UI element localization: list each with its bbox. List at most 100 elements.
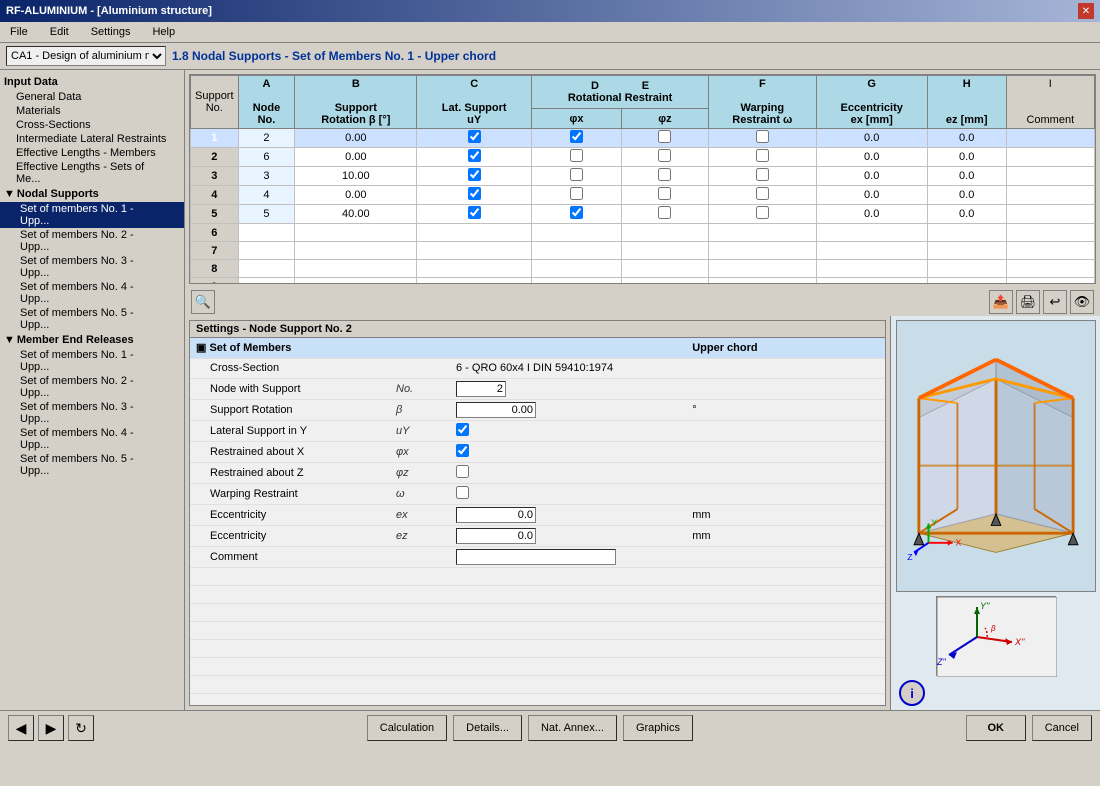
cell-ex[interactable]: 0.0	[816, 129, 927, 148]
cell-ex[interactable]: 0.0	[816, 148, 927, 167]
cancel-button[interactable]: Cancel	[1032, 715, 1092, 741]
graphics-button[interactable]: Graphics	[623, 715, 693, 741]
cell-comment[interactable]	[1006, 186, 1094, 205]
cell-warping[interactable]	[709, 260, 817, 278]
cell-comment[interactable]	[1006, 260, 1094, 278]
nav-refresh-button[interactable]: ↻	[68, 715, 94, 741]
cell-rotation[interactable]	[295, 242, 417, 260]
cell-ex[interactable]	[816, 224, 927, 242]
cell-comment[interactable]	[1006, 148, 1094, 167]
table-row[interactable]: 6	[191, 224, 1095, 242]
refresh-button[interactable]: ↩	[1043, 290, 1067, 314]
menu-help[interactable]: Help	[146, 24, 181, 40]
cell-lat-y[interactable]	[417, 148, 532, 167]
cell-warping[interactable]	[709, 278, 817, 285]
cell-rot-z[interactable]	[621, 260, 708, 278]
cell-rotation[interactable]: 0.00	[295, 148, 417, 167]
cell-warping[interactable]	[709, 224, 817, 242]
info-button[interactable]: i	[899, 680, 925, 706]
cell-rot-x[interactable]	[532, 129, 622, 148]
cell-ez[interactable]	[927, 224, 1006, 242]
sidebar-item-mer-set1[interactable]: Set of members No. 1 - Upp...	[0, 348, 184, 374]
cell-node-no[interactable]: 2	[238, 129, 295, 148]
sidebar-item-materials[interactable]: Materials	[0, 104, 184, 118]
cell-lat-y[interactable]	[417, 129, 532, 148]
cell-rot-z[interactable]	[621, 242, 708, 260]
ecc-z-input[interactable]	[456, 528, 536, 544]
cell-comment[interactable]	[1006, 242, 1094, 260]
sidebar-item-effective-lengths-sets[interactable]: Effective Lengths - Sets of Me...	[0, 160, 184, 186]
sidebar-item-ns-set5[interactable]: Set of members No. 5 - Upp...	[0, 306, 184, 332]
cell-rot-z[interactable]	[621, 167, 708, 186]
cell-lat-y[interactable]	[417, 278, 532, 285]
cell-warping[interactable]	[709, 186, 817, 205]
cell-rot-z[interactable]	[621, 148, 708, 167]
ca-select[interactable]: CA1 - Design of aluminium meml	[6, 46, 166, 66]
table-row[interactable]: 120.000.00.0	[191, 129, 1095, 148]
table-row[interactable]: 9	[191, 278, 1095, 285]
cell-lat-y[interactable]	[417, 242, 532, 260]
cell-rotation[interactable]	[295, 260, 417, 278]
cell-rot-z[interactable]	[621, 186, 708, 205]
cell-node-no[interactable]	[238, 242, 295, 260]
cell-warping[interactable]	[709, 148, 817, 167]
sidebar-item-effective-lengths-members[interactable]: Effective Lengths - Members	[0, 146, 184, 160]
ecc-x-input[interactable]	[456, 507, 536, 523]
sidebar-item-mer-set3[interactable]: Set of members No. 3 - Upp...	[0, 400, 184, 426]
cell-node-no[interactable]	[238, 278, 295, 285]
close-button[interactable]: ✕	[1078, 3, 1094, 19]
view-button[interactable]: 👁	[1070, 290, 1094, 314]
warping-checkbox[interactable]	[456, 486, 469, 499]
cell-rot-x[interactable]	[532, 167, 622, 186]
cell-node-no[interactable]: 6	[238, 148, 295, 167]
sidebar-item-ns-set3[interactable]: Set of members No. 3 - Upp...	[0, 254, 184, 280]
nav-forward-button[interactable]: ▶	[38, 715, 64, 741]
cell-rotation[interactable]	[295, 224, 417, 242]
table-row[interactable]: 8	[191, 260, 1095, 278]
cell-ez[interactable]: 0.0	[927, 148, 1006, 167]
nodal-supports-collapse-icon[interactable]: ▼	[4, 188, 15, 200]
cell-rot-x[interactable]	[532, 205, 622, 224]
cell-comment[interactable]	[1006, 278, 1094, 285]
cell-lat-y[interactable]	[417, 167, 532, 186]
sidebar-item-general-data[interactable]: General Data	[0, 90, 184, 104]
cell-rot-z[interactable]	[621, 278, 708, 285]
cell-warping[interactable]	[709, 129, 817, 148]
support-rotation-input[interactable]	[456, 402, 536, 418]
cell-rot-z[interactable]	[621, 129, 708, 148]
restrained-z-checkbox[interactable]	[456, 465, 469, 478]
sidebar-item-intermediate-lateral-restraints[interactable]: Intermediate Lateral Restraints	[0, 132, 184, 146]
cell-lat-y[interactable]	[417, 224, 532, 242]
cell-rotation[interactable]: 0.00	[295, 186, 417, 205]
print-button[interactable]: 🖨	[1016, 290, 1040, 314]
sidebar-item-ns-set2[interactable]: Set of members No. 2 - Upp...	[0, 228, 184, 254]
member-end-releases-collapse-icon[interactable]: ▼	[4, 334, 15, 346]
cell-rotation[interactable]: 40.00	[295, 205, 417, 224]
ok-button[interactable]: OK	[966, 715, 1026, 741]
cell-ex[interactable]: 0.0	[816, 167, 927, 186]
calculation-button[interactable]: Calculation	[367, 715, 447, 741]
lat-support-y-checkbox[interactable]	[456, 423, 469, 436]
cell-rot-x[interactable]	[532, 148, 622, 167]
cell-ez[interactable]	[927, 242, 1006, 260]
cell-rot-x[interactable]	[532, 260, 622, 278]
cell-warping[interactable]	[709, 167, 817, 186]
export-button[interactable]: 📤	[989, 290, 1013, 314]
table-row[interactable]: 5540.000.00.0	[191, 205, 1095, 224]
cell-rot-x[interactable]	[532, 242, 622, 260]
cell-ez[interactable]: 0.0	[927, 167, 1006, 186]
cell-node-no[interactable]	[238, 260, 295, 278]
cell-ez[interactable]: 0.0	[927, 205, 1006, 224]
cell-rotation[interactable]	[295, 278, 417, 285]
sidebar-item-cross-sections[interactable]: Cross-Sections	[0, 118, 184, 132]
menu-file[interactable]: File	[4, 24, 34, 40]
cell-node-no[interactable]: 4	[238, 186, 295, 205]
cell-comment[interactable]	[1006, 129, 1094, 148]
cell-warping[interactable]	[709, 242, 817, 260]
cell-node-no[interactable]: 3	[238, 167, 295, 186]
restrained-x-checkbox[interactable]	[456, 444, 469, 457]
cell-node-no[interactable]	[238, 224, 295, 242]
table-row[interactable]: 7	[191, 242, 1095, 260]
cell-lat-y[interactable]	[417, 186, 532, 205]
menu-settings[interactable]: Settings	[85, 24, 137, 40]
